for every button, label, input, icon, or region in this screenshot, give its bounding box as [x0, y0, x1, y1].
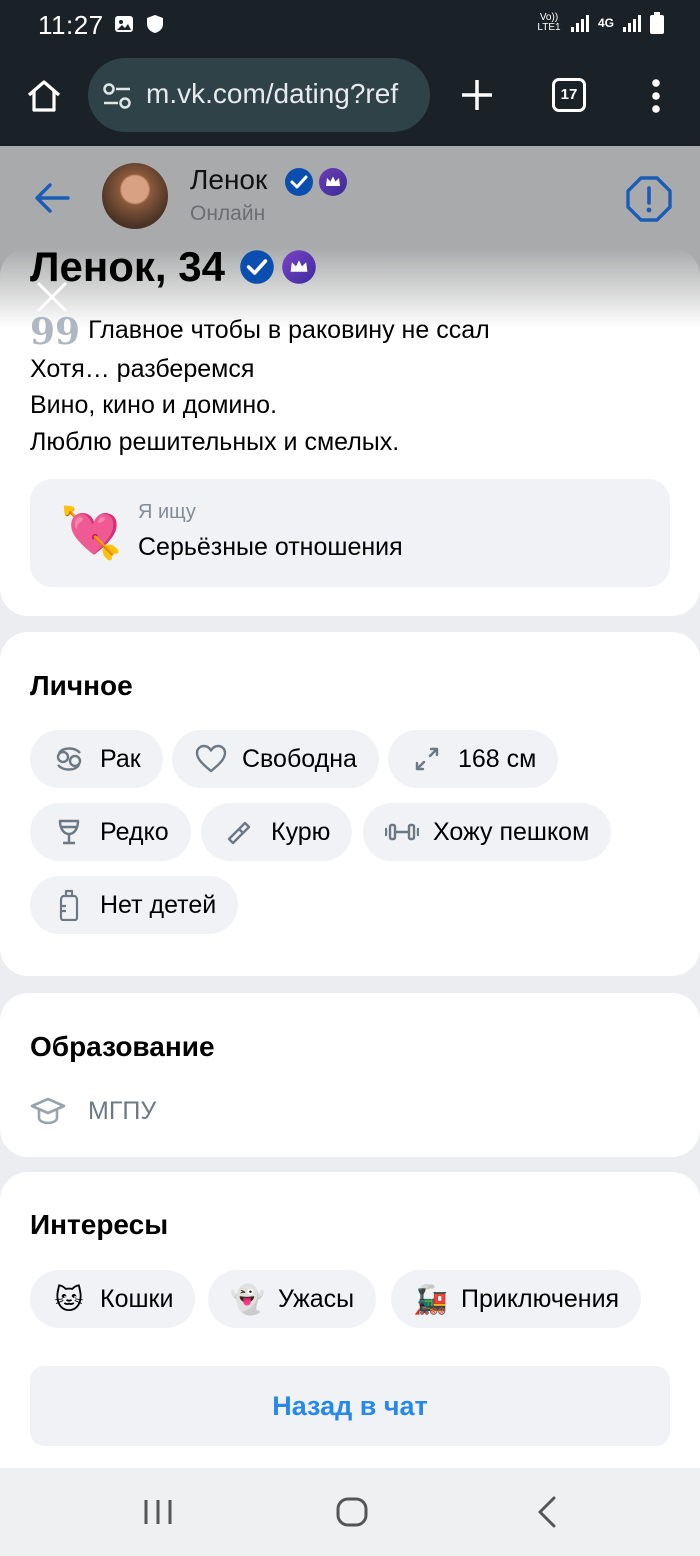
section-title: Образование — [30, 1031, 215, 1062]
home-nav-icon[interactable] — [332, 1492, 372, 1532]
chip-sport: Хожу пешком — [363, 803, 612, 861]
browser-toolbar: m.vk.com/dating?ref 17 — [0, 52, 700, 146]
chip-label: 168 см — [458, 744, 537, 773]
url-text[interactable]: m.vk.com/dating?ref — [146, 78, 422, 110]
chip-label: Свободна — [242, 744, 357, 773]
cancer-zodiac-icon — [52, 742, 86, 776]
baby-bottle-icon — [52, 888, 86, 922]
header-badges — [284, 167, 348, 197]
chip-smoking: Курю — [201, 803, 353, 861]
cat-icon: 🐱 — [54, 1283, 84, 1315]
chip-label: Рак — [100, 744, 141, 773]
network-type: 4G — [597, 16, 614, 30]
notification-icons — [114, 14, 164, 34]
system-icons: Vo)) LTE1 4G — [536, 12, 664, 34]
chip-label: Приключения — [461, 1284, 620, 1313]
more-menu-icon[interactable] — [648, 76, 664, 116]
education-card: Образование — [0, 993, 700, 1157]
verified-icon — [285, 168, 313, 196]
education-item: МГПУ — [30, 1093, 156, 1129]
chip-zodiac: Рак — [30, 730, 163, 788]
shield-icon — [147, 15, 163, 33]
clock: 11:27 — [38, 10, 104, 40]
graduation-cap-icon — [30, 1097, 66, 1125]
education-value: МГПУ — [88, 1096, 157, 1125]
looking-for-label: Я ищу — [138, 501, 196, 523]
interest-chip: 👻 Ужасы — [208, 1270, 377, 1328]
close-icon[interactable] — [34, 279, 70, 315]
chip-label: Хожу пешком — [433, 817, 590, 846]
gallery-icon — [115, 16, 133, 32]
chip-label: Курю — [271, 817, 331, 846]
report-icon[interactable] — [624, 174, 674, 224]
bio-line: Главное чтобы в раковину не ссал — [88, 316, 490, 344]
back-nav-icon[interactable] — [528, 1492, 568, 1532]
online-status: Онлайн — [190, 202, 266, 225]
verified-icon — [240, 250, 274, 284]
site-settings-icon[interactable] — [102, 82, 132, 110]
chip-label: Ужасы — [278, 1284, 355, 1313]
height-arrows-icon — [410, 742, 444, 776]
recent-apps-icon[interactable] — [138, 1492, 178, 1532]
chip-children: Нет детей — [30, 876, 239, 934]
status-bar: 11:27 Vo)) LTE1 4G — [0, 0, 700, 52]
back-arrow-icon[interactable] — [32, 178, 72, 218]
section-title: Личное — [30, 670, 133, 701]
address-bar[interactable]: m.vk.com/dating?ref — [88, 58, 430, 132]
back-to-chat-button[interactable]: Назад в чат — [30, 1366, 670, 1446]
looking-for-value: Серьёзные отношения — [138, 533, 403, 561]
chip-label: Нет детей — [100, 890, 217, 919]
train-icon: 🚂 — [413, 1283, 448, 1315]
section-title: Интересы — [30, 1209, 169, 1240]
ghost-icon: 👻 — [230, 1283, 265, 1315]
profile-title: Ленок, 34 — [30, 243, 317, 291]
interest-chip: 🐱 Кошки — [30, 1270, 196, 1328]
system-navigation-bar — [0, 1468, 700, 1556]
chip-label: Кошки — [100, 1284, 174, 1313]
signal-icon-2 — [623, 15, 641, 32]
heart-arrow-icon: 💘 — [60, 505, 123, 561]
profile-bio: 99 Главное чтобы в раковину не ссал Хотя…… — [30, 312, 670, 460]
volte-label: Vo)) LTE1 — [537, 12, 561, 33]
bio-line: Люблю решительных и смелых. — [30, 427, 400, 456]
wine-glass-icon — [52, 815, 86, 849]
crown-icon — [282, 250, 316, 284]
tab-switcher-button[interactable]: 17 — [552, 78, 586, 112]
bio-line: Вино, кино и домино. — [30, 391, 278, 419]
crown-icon — [319, 168, 347, 196]
heart-icon — [194, 742, 228, 776]
chip-height: 168 см — [388, 730, 559, 788]
home-icon[interactable] — [24, 76, 64, 116]
dumbbell-icon — [385, 815, 419, 849]
avatar[interactable] — [102, 163, 168, 229]
chat-header-name: Ленок — [190, 164, 268, 195]
interest-chip: 🚂 Приключения — [391, 1270, 642, 1328]
chip-label: Редко — [100, 817, 169, 846]
quote-icon: 99 — [30, 311, 81, 353]
chip-alcohol: Редко — [30, 803, 191, 861]
bio-line: Хотя… разберемся — [30, 354, 255, 383]
chip-relationship: Свободна — [172, 730, 379, 788]
battery-icon — [650, 12, 664, 34]
looking-for-card: 💘 Я ищу Серьёзные отношения — [30, 479, 670, 587]
new-tab-icon[interactable] — [458, 76, 496, 114]
signal-icon — [570, 15, 589, 32]
cigarette-icon — [223, 815, 257, 849]
